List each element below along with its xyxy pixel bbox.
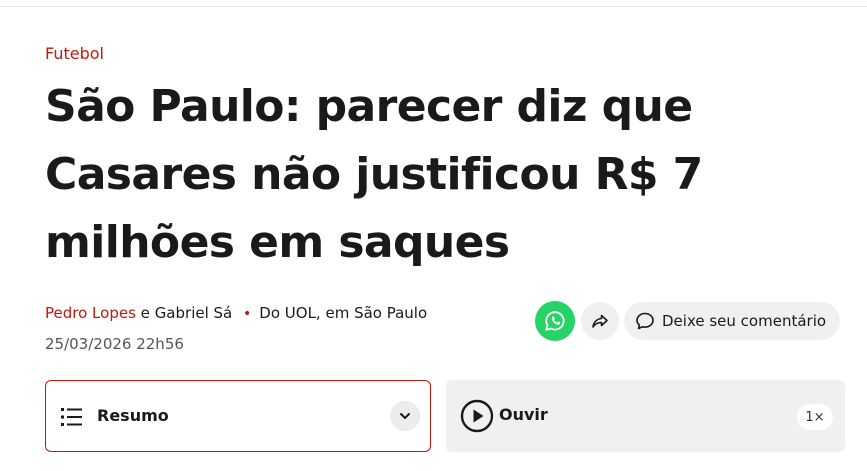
share-button[interactable]: [581, 302, 619, 340]
author-link-primary[interactable]: Pedro Lopes: [45, 304, 136, 322]
article-headline: São Paulo: parecer diz que Casares não j…: [45, 81, 703, 268]
summary-label: Resumo: [97, 406, 169, 425]
play-button[interactable]: [460, 399, 494, 433]
whatsapp-share-button[interactable]: [535, 301, 575, 341]
category-link[interactable]: Futebol: [45, 44, 104, 64]
top-divider: [0, 6, 867, 7]
summary-toggle[interactable]: Resumo: [45, 380, 431, 452]
byline: Pedro Lopes e Gabriel Sá • Do UOL, em São…: [45, 303, 427, 324]
byline-separator: •: [243, 306, 252, 322]
whatsapp-icon: [543, 309, 567, 333]
audio-player: Ouvir 1×: [446, 380, 845, 452]
comment-button[interactable]: Deixe seu comentário: [624, 302, 840, 340]
byline-conjunction: e: [140, 304, 150, 322]
play-circle-icon: [460, 399, 494, 433]
audio-label: Ouvir: [499, 405, 548, 424]
chevron-down-icon: [398, 409, 412, 423]
speech-bubble-icon: [634, 310, 656, 332]
byline-source: Do UOL, em São Paulo: [259, 304, 428, 322]
author-secondary: Gabriel Sá: [154, 304, 233, 322]
publish-timestamp: 25/03/2026 22h56: [45, 335, 184, 353]
playback-speed-button[interactable]: 1×: [797, 404, 833, 430]
summary-expand-button[interactable]: [390, 401, 420, 431]
comment-button-label: Deixe seu comentário: [662, 312, 827, 330]
share-arrow-icon: [590, 311, 610, 331]
list-icon: [60, 406, 84, 428]
